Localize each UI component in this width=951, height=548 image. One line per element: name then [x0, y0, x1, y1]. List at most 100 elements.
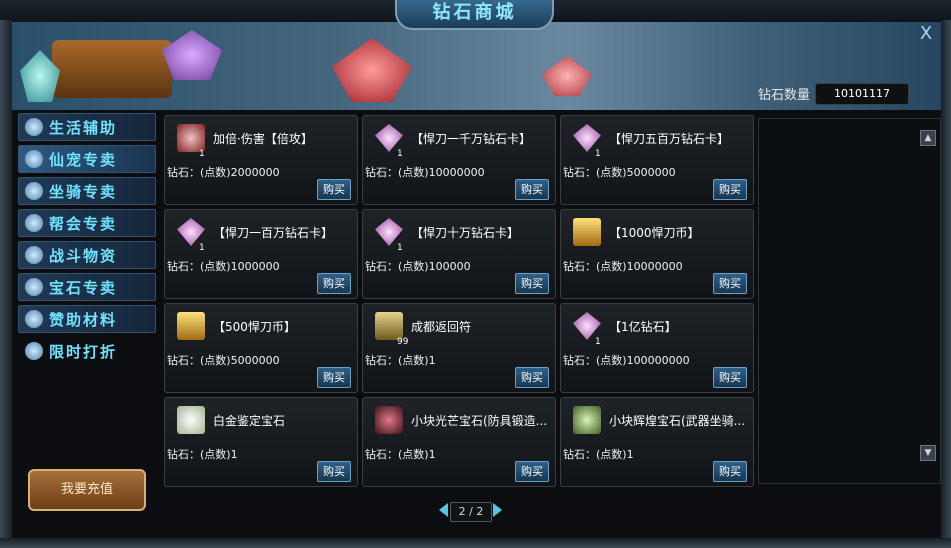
sidebar-item-battle-supplies[interactable]: 战斗物资: [18, 241, 156, 269]
item-name: 【悍刀一百万钻石卡】: [213, 226, 334, 240]
item-card: 白金鉴定宝石 钻石：(点数)1 购买: [164, 397, 358, 487]
gold-coin-icon: [177, 312, 205, 340]
item-quantity: 1: [595, 149, 601, 159]
sidebar-item-label: 帮会专卖: [49, 215, 118, 233]
sidebar-item-sponsor-materials[interactable]: 赞助材料: [18, 305, 156, 333]
item-price: 钻石：(点数)10000000: [365, 166, 485, 179]
item-name: 【悍刀一千万钻石卡】: [411, 132, 532, 146]
item-name: 加倍·伤害【倍攻】: [213, 132, 313, 146]
category-sidebar: 生活辅助 仙宠专卖 坐骑专卖 帮会专卖 战斗物资 宝石专卖 赞助材料 限时打折: [18, 113, 156, 369]
diamond-icon: [573, 124, 601, 152]
diamond-icon: [375, 124, 403, 152]
prev-page-icon[interactable]: [439, 503, 448, 517]
item-price: 钻石：(点数)1: [365, 354, 436, 367]
item-card: 1 【悍刀十万钻石卡】 钻石：(点数)100000 购买: [362, 209, 556, 299]
sidebar-item-label: 赞助材料: [49, 311, 118, 329]
crystal-art: [542, 56, 592, 96]
item-name: 小块辉煌宝石(武器坐骑...: [609, 414, 746, 428]
horse-icon: [25, 182, 43, 200]
item-price: 钻石：(点数)100000: [365, 260, 471, 273]
buy-button[interactable]: 购买: [713, 367, 747, 388]
sidebar-item-mount-shop[interactable]: 坐骑专卖: [18, 177, 156, 205]
scroll-icon: [375, 312, 403, 340]
item-card: 1 【悍刀一千万钻石卡】 钻石：(点数)10000000 购买: [362, 115, 556, 205]
item-price: 钻石：(点数)5000000: [563, 166, 676, 179]
diamond-icon: [375, 218, 403, 246]
recharge-button[interactable]: 我要充值: [28, 469, 146, 511]
buy-button[interactable]: 购买: [515, 461, 549, 482]
item-card: 【1000悍刀币】 钻石：(点数)10000000 购买: [560, 209, 754, 299]
sidebar-item-label: 限时打折: [49, 343, 118, 361]
item-name: 【1000悍刀币】: [609, 226, 700, 240]
left-border: [0, 20, 12, 548]
item-quantity: 1: [397, 243, 403, 253]
buy-button[interactable]: 购买: [317, 461, 351, 482]
sidebar-item-pet-shop[interactable]: 仙宠专卖: [18, 145, 156, 173]
diamond-icon: [177, 218, 205, 246]
buy-button[interactable]: 购买: [515, 367, 549, 388]
gold-coin-icon: [573, 218, 601, 246]
item-price: 钻石：(点数)2000000: [167, 166, 280, 179]
shop-window: 钻石商城 X 钻石数量 10101117 生活辅助 仙宠专卖 坐骑专卖 帮会专卖…: [0, 0, 951, 548]
treasure-chest-art: [52, 40, 172, 98]
shop-title: 钻石商城: [395, 0, 554, 30]
item-card: 小块光芒宝石(防具锻造... 钻石：(点数)1 购买: [362, 397, 556, 487]
bottom-border: [0, 538, 951, 548]
sidebar-item-gem-shop[interactable]: 宝石专卖: [18, 273, 156, 301]
flag-icon: [25, 214, 43, 232]
crystal-art: [162, 30, 222, 80]
sidebar-item-life-assist[interactable]: 生活辅助: [18, 113, 156, 141]
item-name: 【1亿钻石】: [609, 320, 677, 334]
buy-button[interactable]: 购买: [515, 179, 549, 200]
item-card: 【500悍刀币】 钻石：(点数)5000000 购买: [164, 303, 358, 393]
item-quantity: 1: [595, 337, 601, 347]
item-card: 1 【悍刀五百万钻石卡】 钻石：(点数)5000000 购买: [560, 115, 754, 205]
gem-icon: [25, 278, 43, 296]
close-icon[interactable]: X: [917, 24, 935, 44]
sidebar-item-guild-shop[interactable]: 帮会专卖: [18, 209, 156, 237]
item-price: 钻石：(点数)5000000: [167, 354, 280, 367]
person-icon: [25, 310, 43, 328]
item-price: 钻石：(点数)1000000: [167, 260, 280, 273]
item-name: 成都返回符: [411, 320, 472, 334]
item-price: 钻石：(点数)1: [167, 448, 238, 461]
red-gem-icon: [375, 406, 403, 434]
buy-button[interactable]: 购买: [317, 273, 351, 294]
buy-button[interactable]: 购买: [713, 273, 747, 294]
scroll-down-icon[interactable]: ▼: [920, 445, 936, 461]
item-grid: 1 加倍·伤害【倍攻】 钻石：(点数)2000000 购买 1 【悍刀一千万钻石…: [164, 115, 756, 491]
right-border: [941, 20, 951, 548]
paw-icon: [25, 150, 43, 168]
sidebar-item-label: 战斗物资: [49, 247, 118, 265]
item-price: 钻石：(点数)10000000: [563, 260, 683, 273]
megaphone-icon: [25, 342, 43, 360]
item-card: 1 加倍·伤害【倍攻】 钻石：(点数)2000000 购买: [164, 115, 358, 205]
buy-button[interactable]: 购买: [515, 273, 549, 294]
pill-icon: [25, 118, 43, 136]
sidebar-item-label: 坐骑专卖: [49, 183, 118, 201]
platinum-gem-icon: [177, 406, 205, 434]
item-card: 小块辉煌宝石(武器坐骑... 钻石：(点数)1 购买: [560, 397, 754, 487]
item-name: 白金鉴定宝石: [213, 414, 286, 428]
item-quantity: 1: [199, 149, 205, 159]
item-quantity: 1: [397, 149, 403, 159]
next-page-icon[interactable]: [493, 503, 502, 517]
scroll-up-icon[interactable]: ▲: [920, 130, 936, 146]
sidebar-item-label: 宝石专卖: [49, 279, 118, 297]
sidebar-item-limited-discount[interactable]: 限时打折: [18, 337, 156, 365]
sidebar-item-label: 生活辅助: [49, 119, 118, 137]
diamond-count-label: 钻石数量: [758, 88, 811, 103]
buy-button[interactable]: 购买: [713, 179, 747, 200]
item-name: 小块光芒宝石(防具锻造...: [411, 414, 548, 428]
item-price: 钻石：(点数)1: [563, 448, 634, 461]
buy-button[interactable]: 购买: [713, 461, 747, 482]
item-name: 【500悍刀币】: [213, 320, 296, 334]
item-quantity: 99: [397, 337, 409, 347]
item-price: 钻石：(点数)1: [365, 448, 436, 461]
buy-button[interactable]: 购买: [317, 179, 351, 200]
crossed-swords-icon: [177, 124, 205, 152]
item-card: 1 【1亿钻石】 钻石：(点数)100000000 购买: [560, 303, 754, 393]
item-price: 钻石：(点数)100000000: [563, 354, 690, 367]
buy-button[interactable]: 购买: [317, 367, 351, 388]
pagination: 2 / 2: [438, 501, 504, 522]
